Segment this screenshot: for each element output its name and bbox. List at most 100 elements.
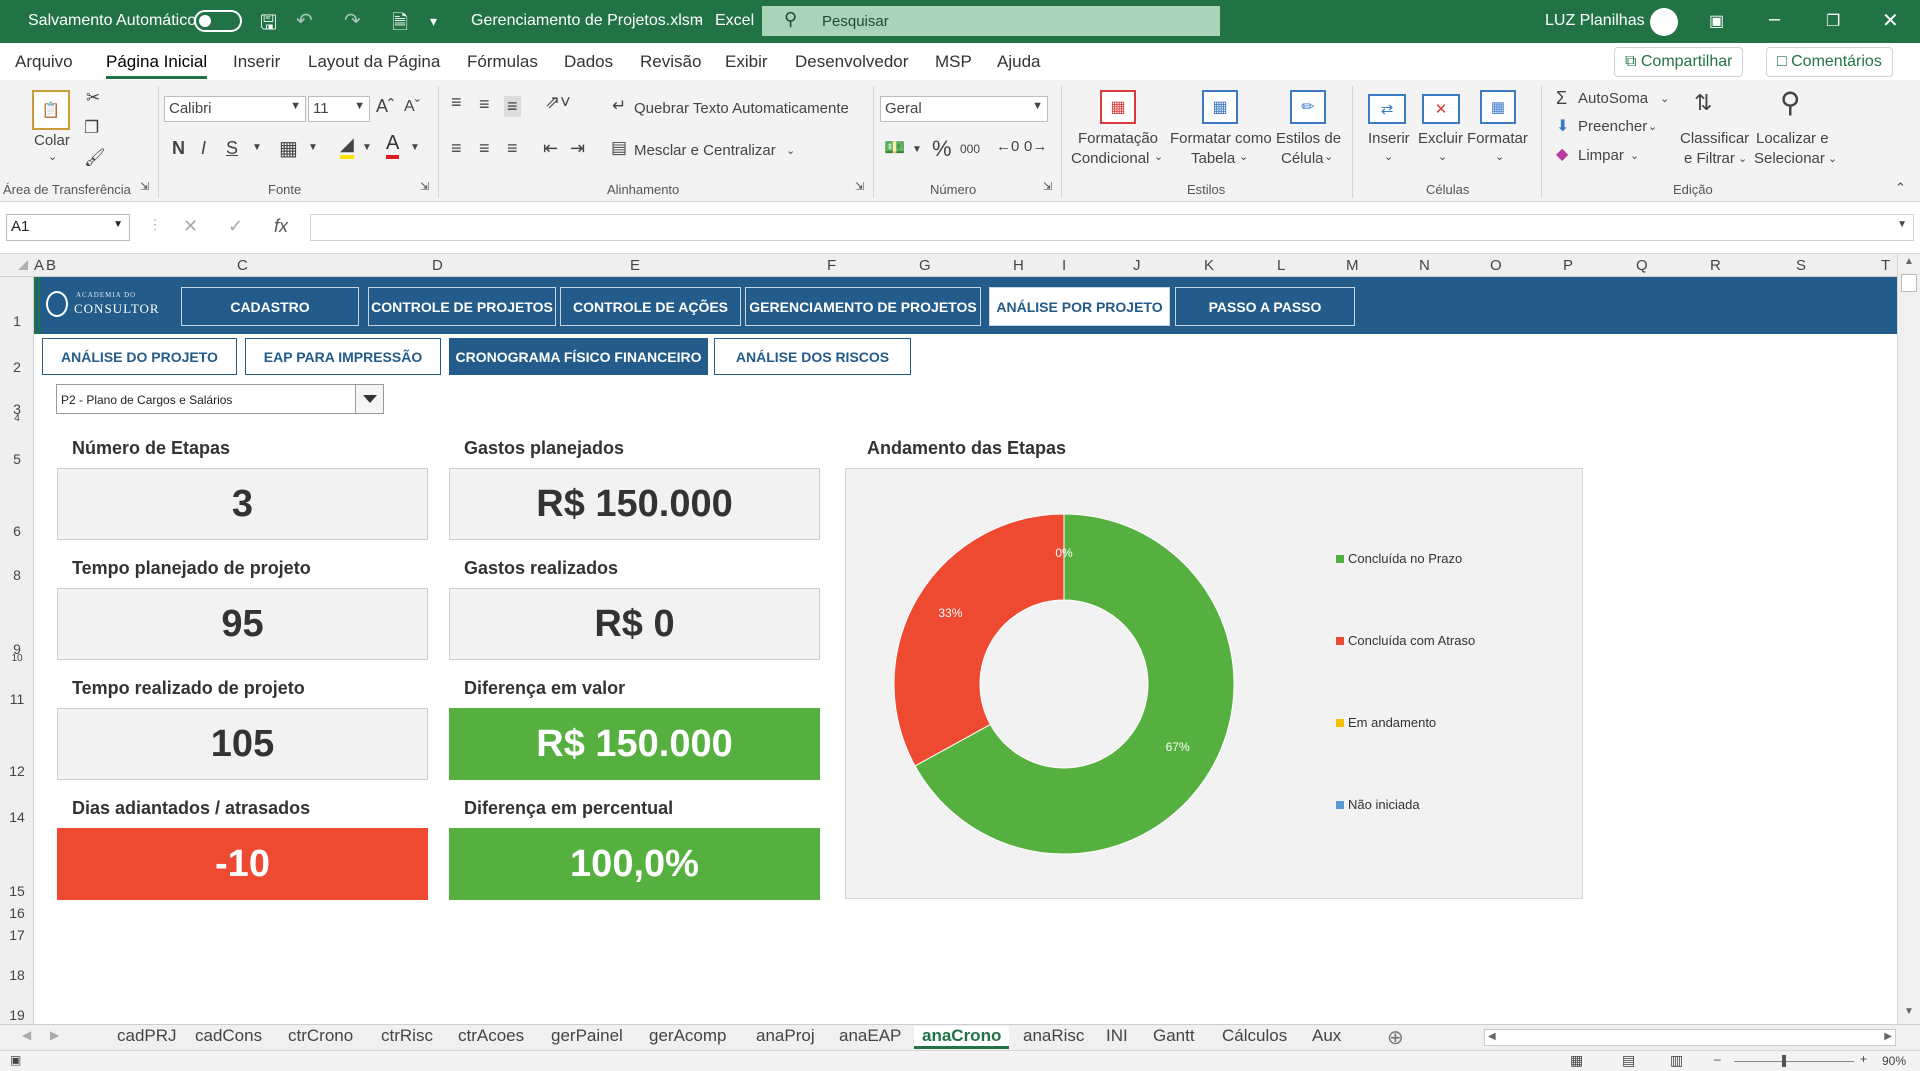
macro-record-icon[interactable]: ▣ xyxy=(10,1053,21,1067)
scroll-up-icon[interactable]: ▲ xyxy=(1904,256,1914,267)
font-launcher-icon[interactable]: ⇲ xyxy=(420,180,429,193)
row-header[interactable]: 14 xyxy=(0,809,34,825)
conditional-format-button[interactable]: Formatação xyxy=(1077,130,1159,147)
column-header[interactable]: D xyxy=(432,257,443,274)
hscroll-right-icon[interactable]: ▶ xyxy=(1884,1031,1892,1042)
select-all-button[interactable] xyxy=(18,260,28,270)
column-header[interactable]: A xyxy=(34,257,44,274)
donut-slice[interactable] xyxy=(893,513,1065,767)
decrease-indent-icon[interactable]: ⇤ xyxy=(543,138,558,159)
format-as-table-button[interactable]: Formatar como xyxy=(1170,130,1272,147)
delete-cells-button[interactable]: Excluir xyxy=(1418,130,1463,147)
find-select-button[interactable]: Localizar e xyxy=(1756,130,1829,147)
page-break-icon[interactable]: ▥ xyxy=(1670,1052,1683,1069)
number-launcher-icon[interactable]: ⇲ xyxy=(1043,180,1052,193)
align-top-icon[interactable]: ≡ xyxy=(451,92,462,113)
donut-chart[interactable]: 67% 33% 0% Concluída no Prazo Concluída co… xyxy=(845,468,1583,899)
orientation-icon[interactable]: ⇗˅ xyxy=(545,92,571,113)
sheet-tab[interactable]: Cálculos xyxy=(1222,1026,1287,1046)
search-box[interactable]: ⚲ Pesquisar xyxy=(762,6,1220,36)
sort-filter-button[interactable]: Classificar xyxy=(1680,130,1749,147)
nav-analise-projeto-button[interactable]: ANÁLISE POR PROJETO xyxy=(989,287,1170,326)
row-header[interactable]: 2 xyxy=(0,359,34,375)
avatar[interactable] xyxy=(1650,8,1678,36)
find-icon[interactable]: ⚲ xyxy=(1780,86,1801,119)
column-header[interactable]: C xyxy=(237,257,248,274)
column-header[interactable]: M xyxy=(1346,257,1359,274)
add-sheet-icon[interactable]: ⊕ xyxy=(1387,1025,1404,1050)
tab-dados[interactable]: Dados xyxy=(564,52,613,72)
new-file-icon[interactable]: 🗎 xyxy=(392,8,408,42)
project-dropdown[interactable]: P2 - Plano de Cargos e Salários xyxy=(56,384,384,414)
tab-scroll-right-icon[interactable]: ▶ xyxy=(50,1028,59,1042)
align-left-icon[interactable]: ≡ xyxy=(451,138,462,159)
collapse-ribbon-icon[interactable]: ⌃ xyxy=(1895,180,1906,196)
sheet-tab[interactable]: Aux xyxy=(1312,1026,1341,1046)
scroll-down-icon[interactable]: ▼ xyxy=(1904,1006,1914,1017)
normal-view-icon[interactable]: ▦ xyxy=(1570,1052,1583,1069)
autosum-button[interactable]: AutoSoma xyxy=(1578,90,1648,107)
hscroll-left-icon[interactable]: ◀ xyxy=(1488,1031,1496,1042)
sub-riscos-button[interactable]: ANÁLISE DOS RISCOS xyxy=(714,338,911,375)
row-header[interactable]: 19 xyxy=(0,1007,34,1023)
share-button[interactable]: ⧉ Compartilhar xyxy=(1614,47,1744,77)
column-header[interactable]: P xyxy=(1563,257,1573,274)
sheet-tab[interactable]: anaEAP xyxy=(839,1026,901,1046)
column-header[interactable]: O xyxy=(1490,257,1502,274)
row-header[interactable]: 12 xyxy=(0,763,34,779)
column-header[interactable]: E xyxy=(630,257,640,274)
tab-msp[interactable]: MSP xyxy=(935,52,972,72)
increase-indent-icon[interactable]: ⇥ xyxy=(570,138,585,159)
cell-styles-icon[interactable]: ✏ xyxy=(1290,90,1326,124)
scroll-thumb[interactable] xyxy=(1901,274,1917,292)
minimize-icon[interactable]: – xyxy=(1769,8,1780,31)
font-color-chevron-icon[interactable]: ▼ xyxy=(410,142,420,153)
tab-scroll-left-icon[interactable]: ◀ xyxy=(22,1028,31,1042)
format-cells-button[interactable]: Formatar xyxy=(1467,130,1528,147)
sheet-tab[interactable]: anaProj xyxy=(756,1026,815,1046)
restore-icon[interactable]: ❐ xyxy=(1826,11,1840,31)
dropdown-arrow-icon[interactable] xyxy=(355,385,383,413)
copy-icon[interactable]: ❐ xyxy=(84,118,99,138)
name-box[interactable]: A1 ▼ xyxy=(6,214,130,241)
shrink-font-icon[interactable]: Aˇ xyxy=(404,98,420,116)
eraser-icon[interactable]: ◆ xyxy=(1556,144,1568,164)
format-painter-icon[interactable]: 🖌 xyxy=(84,148,106,168)
tab-inserir[interactable]: Inserir xyxy=(233,52,280,72)
chevron-down-icon[interactable]: ⌄ xyxy=(1495,150,1504,163)
fill-chevron-icon[interactable]: ⌄ xyxy=(1648,120,1657,133)
thousands-button[interactable]: 000 xyxy=(960,142,980,156)
row-header[interactable]: 1 xyxy=(0,313,34,329)
expand-formula-icon[interactable]: ▼ xyxy=(1897,219,1907,230)
chevron-down-icon[interactable]: ⌄ xyxy=(1384,150,1393,163)
column-header[interactable]: K xyxy=(1204,257,1214,274)
underline-chevron-icon[interactable]: ▼ xyxy=(252,142,262,153)
row-header[interactable]: 15 xyxy=(0,883,34,899)
autosum-chevron-icon[interactable]: ⌄ xyxy=(1660,92,1669,105)
font-color-icon[interactable]: A xyxy=(386,132,400,159)
formula-input[interactable]: ▼ xyxy=(310,214,1914,241)
clear-chevron-icon[interactable]: ⌄ xyxy=(1630,149,1639,162)
page-layout-icon[interactable]: ▤ xyxy=(1622,1052,1635,1069)
nav-gerenciamento-button[interactable]: GERENCIAMENTO DE PROJETOS xyxy=(745,287,981,326)
sheet-tab[interactable]: cadCons xyxy=(195,1026,262,1046)
align-right-icon[interactable]: ≡ xyxy=(507,138,518,159)
column-header[interactable]: R xyxy=(1710,257,1721,274)
bold-button[interactable]: N xyxy=(172,138,185,159)
user-name[interactable]: LUZ Planilhas xyxy=(1545,12,1645,30)
font-size-combo[interactable]: 11 ▼ xyxy=(308,96,370,122)
autosave-toggle[interactable] xyxy=(194,10,242,32)
sheet-tab[interactable]: ctrAcoes xyxy=(458,1026,524,1046)
chevron-down-icon[interactable]: ⌄ xyxy=(1239,150,1248,163)
row-header[interactable]: 16 xyxy=(0,905,34,921)
column-header[interactable]: J xyxy=(1133,257,1141,274)
ribbon-display-icon[interactable]: ▣ xyxy=(1709,11,1724,31)
column-header[interactable]: G xyxy=(919,257,931,274)
row-header[interactable]: 5 xyxy=(0,451,34,467)
cell-styles-button[interactable]: Estilos de xyxy=(1276,130,1341,147)
fill-down-icon[interactable]: ⬇ xyxy=(1556,116,1569,136)
increase-decimal-icon[interactable]: ←0 xyxy=(996,138,1019,155)
sheet-tab[interactable]: ctrRisc xyxy=(381,1026,433,1046)
percent-button[interactable]: % xyxy=(932,136,952,162)
zoom-slider[interactable] xyxy=(1734,1061,1854,1062)
